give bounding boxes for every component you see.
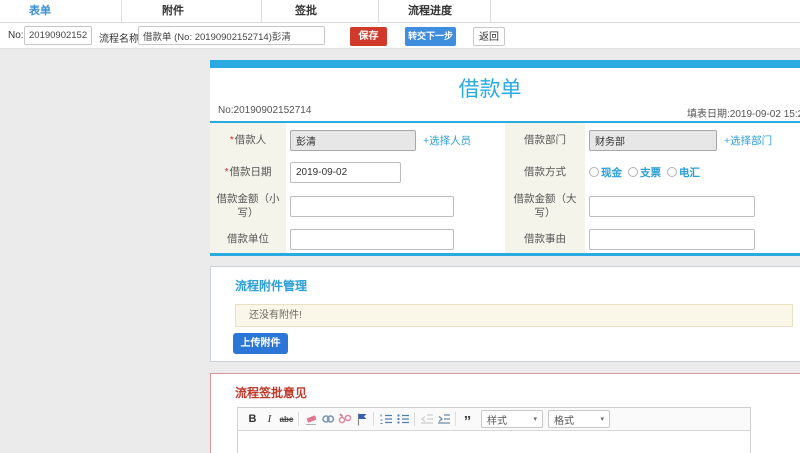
strikethrough-icon[interactable]: abc bbox=[278, 411, 295, 428]
approval-heading: 流程签批意见 bbox=[235, 386, 308, 400]
amount-lower-label-cell: 借款金额（小写） bbox=[210, 187, 286, 225]
unlink-icon[interactable] bbox=[336, 411, 353, 428]
method-label-cell: 借款方式 bbox=[505, 157, 585, 187]
select-department-link[interactable]: +选择部门 bbox=[724, 133, 772, 148]
numbered-list-icon[interactable] bbox=[377, 411, 394, 428]
no-input[interactable] bbox=[24, 26, 92, 45]
reason-label-cell: 借款事由 bbox=[505, 225, 585, 253]
loan-unit-input[interactable] bbox=[290, 228, 454, 250]
tab-form[interactable]: 表单 bbox=[0, 0, 122, 23]
chevron-down-icon: ▾ bbox=[533, 416, 537, 423]
amount-upper-label-cell: 借款金额（大写） bbox=[505, 187, 585, 225]
loan-form-card: 借款单 No:20190902152714 填表日期:2019-09-02 15… bbox=[210, 60, 800, 256]
radio-circle-icon bbox=[667, 167, 677, 177]
rich-text-editor[interactable]: B I abc ” 样式 ▾ 格式 ▾ bbox=[237, 407, 751, 453]
amount-upper-input[interactable] bbox=[589, 195, 755, 217]
tab-progress[interactable]: 流程进度 bbox=[379, 0, 491, 23]
next-step-button[interactable]: 转交下一步 bbox=[405, 27, 456, 46]
no-attachments-alert: 还没有附件! bbox=[235, 304, 793, 327]
method-field-cell: 现金 支票 电汇 bbox=[585, 157, 800, 187]
reason-field-cell bbox=[585, 225, 800, 253]
card-bottom-accent-bar bbox=[210, 253, 800, 256]
bullet-list-icon[interactable] bbox=[394, 411, 411, 428]
department-field-cell: +选择部门 bbox=[585, 123, 800, 157]
form-title: 借款单 bbox=[458, 78, 522, 101]
required-asterisk: * bbox=[224, 165, 229, 178]
page: 表单 附件 签批 流程进度 No: 流程名称: 保存 转交下一步 返回 借款单 … bbox=[0, 0, 800, 453]
link-icon[interactable] bbox=[319, 411, 336, 428]
loan-date-input[interactable] bbox=[290, 161, 401, 183]
toolbar-separator bbox=[373, 412, 374, 426]
save-button[interactable]: 保存 bbox=[350, 27, 387, 46]
radio-wire[interactable]: 电汇 bbox=[667, 165, 700, 180]
department-label-cell: 借款部门 bbox=[505, 123, 585, 157]
outdent-icon[interactable] bbox=[418, 411, 435, 428]
unit-field-cell bbox=[286, 225, 505, 253]
flow-name-input[interactable] bbox=[138, 26, 325, 45]
upload-attachment-button[interactable]: 上传附件 bbox=[233, 333, 288, 354]
amount-upper-field-cell bbox=[585, 187, 800, 225]
anchor-flag-icon[interactable] bbox=[353, 411, 370, 428]
unit-label-cell: 借款单位 bbox=[210, 225, 286, 253]
editor-toolbar: B I abc ” 样式 ▾ 格式 ▾ bbox=[238, 408, 750, 431]
tab-attachment[interactable]: 附件 bbox=[122, 0, 262, 23]
date-label-cell: * 借款日期 bbox=[210, 157, 286, 187]
tab-bar: 表单 附件 签批 流程进度 bbox=[0, 0, 800, 23]
borrower-input[interactable] bbox=[290, 129, 416, 151]
format-dropdown[interactable]: 格式 ▾ bbox=[548, 410, 610, 428]
select-person-link[interactable]: +选择人员 bbox=[423, 133, 471, 148]
toolbar-separator bbox=[298, 412, 299, 426]
attachments-heading: 流程附件管理 bbox=[235, 279, 308, 293]
back-button[interactable]: 返回 bbox=[473, 27, 505, 46]
flow-name-label: 流程名称: bbox=[99, 34, 142, 45]
radio-cheque[interactable]: 支票 bbox=[628, 165, 661, 180]
amount-lower-input[interactable] bbox=[290, 195, 454, 217]
card-accent-bar bbox=[210, 60, 800, 68]
amount-lower-field-cell bbox=[286, 187, 505, 225]
borrower-label-cell: * 借款人 bbox=[210, 123, 286, 157]
attachments-card: 流程附件管理 还没有附件! 上传附件 bbox=[210, 266, 800, 362]
action-toolbar: No: 流程名称: 保存 转交下一步 返回 bbox=[0, 23, 800, 49]
blockquote-icon[interactable]: ” bbox=[459, 411, 476, 429]
radio-circle-icon bbox=[628, 167, 638, 177]
borrower-field-cell: +选择人员 bbox=[286, 123, 505, 157]
radio-cash[interactable]: 现金 bbox=[589, 165, 622, 180]
no-label: No: bbox=[8, 30, 24, 41]
document-number: No:20190902152714 bbox=[218, 105, 312, 116]
radio-circle-icon bbox=[589, 167, 599, 177]
form-table: *借款人 +选择人员 借款部门 +选择部门 *借款日期 借款方式 现金 支票 电… bbox=[210, 123, 800, 253]
italic-icon[interactable]: I bbox=[261, 411, 278, 428]
bold-icon[interactable]: B bbox=[244, 411, 261, 428]
style-dropdown[interactable]: 样式 ▾ bbox=[481, 410, 543, 428]
chevron-down-icon: ▾ bbox=[600, 416, 604, 423]
required-asterisk: * bbox=[229, 133, 234, 146]
loan-reason-input[interactable] bbox=[589, 228, 755, 250]
date-field-cell bbox=[286, 157, 505, 187]
toolbar-separator bbox=[455, 412, 456, 426]
indent-icon[interactable] bbox=[435, 411, 452, 428]
department-input[interactable] bbox=[589, 129, 717, 151]
remove-format-icon[interactable] bbox=[302, 411, 319, 428]
fill-date: 填表日期:2019-09-02 15:27:1 bbox=[687, 109, 800, 120]
approval-card: 流程签批意见 B I abc ” 样式 ▾ 格式 ▾ bbox=[210, 373, 800, 453]
tab-approval[interactable]: 签批 bbox=[262, 0, 379, 23]
toolbar-separator bbox=[414, 412, 415, 426]
editor-content-area[interactable] bbox=[238, 431, 750, 453]
